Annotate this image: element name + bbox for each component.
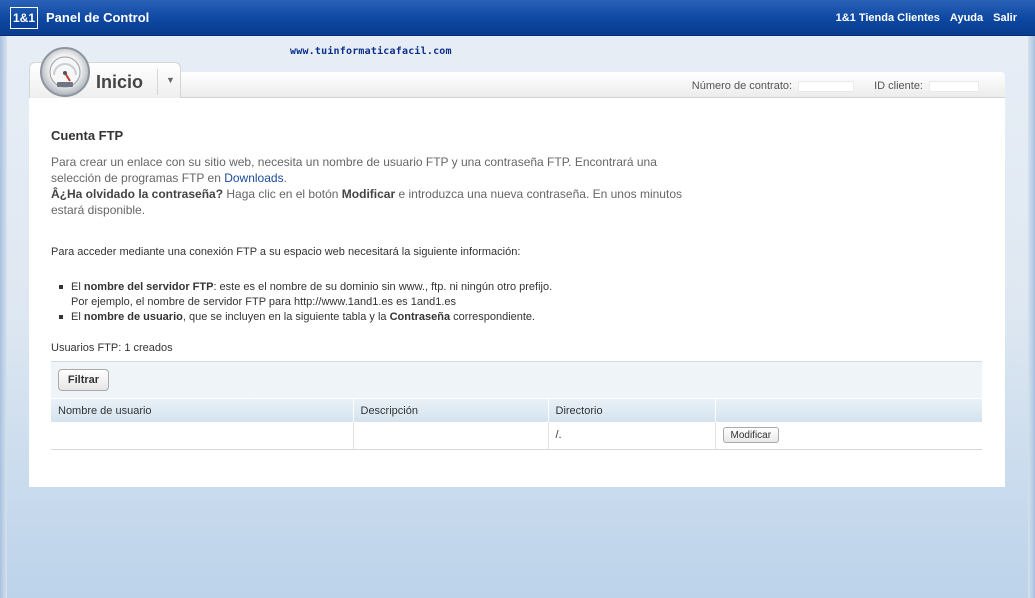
intro-sentence: Para crear un enlace con su sitio web, n… xyxy=(51,155,657,185)
ftp-user-count: Usuarios FTP: 1 creados xyxy=(51,342,173,354)
bullet1-post: : este es el nombre de su dominio sin ww… xyxy=(213,281,553,293)
logout-link[interactable]: Salir xyxy=(993,12,1017,24)
frame-left xyxy=(0,36,7,598)
app-title: Panel de Control xyxy=(46,10,150,25)
table-row: /. Modificar xyxy=(51,422,982,450)
bullet1-pre: El xyxy=(71,281,84,293)
home-tab-label: Inicio xyxy=(96,72,144,92)
brand-logo[interactable]: 1&1 xyxy=(10,7,38,29)
shop-link[interactable]: 1&1 Tienda Clientes xyxy=(836,12,940,24)
bullet2-mid: , que se incluyen en la siguiente tabla … xyxy=(182,311,390,323)
column-header-username[interactable]: Nombre de usuario xyxy=(51,399,354,422)
cell-directory: /. xyxy=(548,422,716,450)
ftp-info-line: Para acceder mediante una conexión FTP a… xyxy=(51,246,521,258)
table-header-row: Nombre de usuario Descripción Directorio xyxy=(51,399,982,422)
top-links: 1&1 Tienda Clientes Ayuda Salir xyxy=(836,12,1017,24)
bullet2-pre: El xyxy=(71,311,84,323)
bullet2-post: correspondiente. xyxy=(450,311,536,323)
bullet2-bold: nombre de usuario xyxy=(83,311,183,323)
column-header-directory[interactable]: Directorio xyxy=(548,399,716,422)
watermark-text: www.tuinformaticafacil.com xyxy=(290,46,452,57)
column-header-actions xyxy=(715,399,982,422)
forgot-password-heading: Â¿Ha olvidado la contraseña? xyxy=(51,187,224,201)
contract-value xyxy=(798,80,855,92)
forgot-text-1: Haga clic en el botón xyxy=(223,187,342,201)
intro-period: . xyxy=(283,171,287,185)
contract-label: Número de contrato: xyxy=(691,80,793,92)
tab-divider xyxy=(157,69,158,95)
account-info: Número de contrato: ID cliente: xyxy=(692,80,979,92)
ftp-users-table: Nombre de usuario Descripción Directorio… xyxy=(51,399,982,450)
intro-text: Para crear un enlace con su sitio web, n… xyxy=(51,154,691,218)
speedometer-icon xyxy=(40,47,90,97)
filter-bar: Filtrar xyxy=(51,361,982,398)
requirements-list: El nombre del servidor FTP: este es el n… xyxy=(51,280,552,325)
bullet1-example: Por ejemplo, el nombre de servidor FTP p… xyxy=(71,296,457,308)
client-id-label: ID cliente: xyxy=(874,80,923,92)
list-item: El nombre de usuario, que se incluyen en… xyxy=(51,310,552,325)
help-link[interactable]: Ayuda xyxy=(950,12,983,24)
column-header-description[interactable]: Descripción xyxy=(353,399,549,422)
chevron-down-icon[interactable]: ▼ xyxy=(166,75,175,85)
main-panel: Cuenta FTP Para crear un enlace con su s… xyxy=(29,98,1005,487)
list-item: Por ejemplo, el nombre de servidor FTP p… xyxy=(51,295,552,310)
cell-description xyxy=(353,422,549,450)
modify-button[interactable]: Modificar xyxy=(722,427,780,444)
frame-right xyxy=(1028,36,1035,598)
list-item: El nombre del servidor FTP: este es el n… xyxy=(51,280,552,295)
cell-action: Modificar xyxy=(715,422,982,450)
top-bar: 1&1 Panel de Control 1&1 Tienda Clientes… xyxy=(0,0,1035,36)
cell-username xyxy=(51,422,354,450)
client-id-value xyxy=(929,80,979,92)
downloads-link[interactable]: Downloads xyxy=(224,171,283,185)
page-title: Cuenta FTP xyxy=(51,128,124,143)
bullet2-bold2: Contraseña xyxy=(389,311,451,323)
filter-button[interactable]: Filtrar xyxy=(58,369,109,391)
forgot-modify-word: Modificar xyxy=(341,187,396,201)
bullet1-bold: nombre del servidor FTP xyxy=(83,281,214,293)
